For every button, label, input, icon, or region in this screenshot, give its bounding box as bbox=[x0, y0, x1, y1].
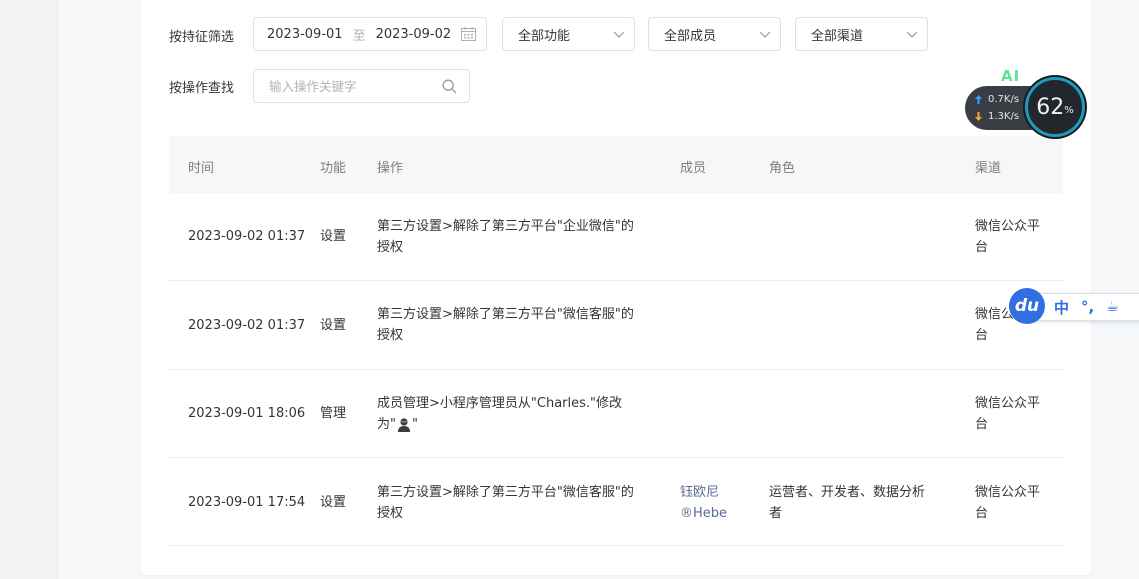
search-icon[interactable] bbox=[442, 79, 457, 94]
ai-badge[interactable]: AI bbox=[1001, 67, 1020, 85]
row-function: 设置 bbox=[320, 495, 347, 510]
operation-search[interactable] bbox=[253, 69, 470, 103]
member-link-line2[interactable]: ®Hebe bbox=[680, 503, 727, 524]
calendar-icon[interactable] bbox=[461, 27, 476, 41]
row-channel-line2: 台 bbox=[975, 417, 989, 432]
chevron-down-icon bbox=[613, 31, 625, 38]
header-time: 时间 bbox=[188, 161, 215, 176]
operation-search-input[interactable] bbox=[269, 78, 434, 94]
ime-punct-toggle[interactable]: °, bbox=[1081, 298, 1094, 316]
row-time: 2023-09-02 01:37 bbox=[188, 229, 306, 244]
ime-cup-icon[interactable]: ☕ bbox=[1106, 299, 1119, 315]
chevron-down-icon bbox=[906, 31, 918, 38]
header-role: 角色 bbox=[769, 161, 796, 176]
row-role-line2: 者 bbox=[769, 506, 783, 521]
row-operation-line2: 授权 bbox=[377, 240, 404, 255]
date-end[interactable]: 2023-09-02 bbox=[376, 27, 452, 42]
row-operation-line1: 第三方设置>解除了第三方平台"微信客服"的 bbox=[377, 307, 634, 322]
row-time: 2023-09-01 18:06 bbox=[188, 406, 306, 421]
download-arrow-icon bbox=[975, 112, 982, 121]
table-row: 2023-09-02 01:37 设置 第三方设置>解除了第三方平台"微信客服"… bbox=[169, 282, 1063, 370]
header-function: 功能 bbox=[320, 161, 347, 176]
function-select[interactable]: 全部功能 bbox=[502, 17, 635, 51]
avatar-emoji-icon bbox=[397, 417, 410, 432]
memory-gauge[interactable]: 62% bbox=[1025, 77, 1085, 137]
date-range-picker[interactable]: 2023-09-01 至 2023-09-02 bbox=[253, 17, 487, 51]
channel-select-value: 全部渠道 bbox=[811, 28, 864, 44]
row-operation-line2: 授权 bbox=[377, 328, 404, 343]
channel-select[interactable]: 全部渠道 bbox=[795, 17, 928, 51]
row-channel-line2: 台 bbox=[975, 328, 989, 343]
header-channel: 渠道 bbox=[975, 161, 1002, 176]
row-channel-line1: 微信公众平 bbox=[975, 219, 1041, 234]
table-row: 2023-09-01 17:54 设置 第三方设置>解除了第三方平台"微信客服"… bbox=[169, 458, 1063, 546]
row-operation-line2: 为" " bbox=[377, 414, 418, 435]
row-operation-suffix: " bbox=[411, 417, 418, 432]
table-row: 2023-09-02 01:37 设置 第三方设置>解除了第三方平台"企业微信"… bbox=[169, 193, 1063, 281]
filter-feature-label: 按持征筛选 bbox=[169, 30, 235, 45]
row-operation-line1: 第三方设置>解除了第三方平台"企业微信"的 bbox=[377, 219, 634, 234]
row-channel-line2: 台 bbox=[975, 240, 989, 255]
gauge-percent: 62 bbox=[1036, 94, 1065, 120]
header-operation: 操作 bbox=[377, 161, 404, 176]
left-rail bbox=[0, 0, 58, 579]
row-operation-prefix: 为" bbox=[377, 417, 396, 432]
function-select-value: 全部功能 bbox=[518, 28, 571, 44]
row-function: 设置 bbox=[320, 318, 347, 333]
row-time: 2023-09-02 01:37 bbox=[188, 318, 306, 333]
table-row: 2023-09-01 18:06 管理 成员管理>小程序管理员从"Charles… bbox=[169, 370, 1063, 458]
ime-mode-toggle[interactable]: 中 bbox=[1054, 297, 1069, 318]
row-channel-line1: 微信公众平 bbox=[975, 396, 1041, 411]
header-member: 成员 bbox=[680, 161, 707, 176]
chevron-down-icon bbox=[759, 31, 771, 38]
row-operation-line2: 授权 bbox=[377, 506, 404, 521]
ime-toolbar[interactable]: 中 °, ☕ du bbox=[1009, 288, 1139, 324]
date-separator: 至 bbox=[352, 28, 366, 44]
upload-arrow-icon bbox=[975, 95, 982, 104]
member-select[interactable]: 全部成员 bbox=[648, 17, 781, 51]
row-time: 2023-09-01 17:54 bbox=[188, 495, 306, 510]
row-function: 设置 bbox=[320, 229, 347, 244]
table-header: 时间 功能 操作 成员 角色 渠道 bbox=[169, 136, 1063, 193]
row-function: 管理 bbox=[320, 406, 347, 421]
member-select-value: 全部成员 bbox=[664, 28, 717, 44]
gauge-percent-unit: % bbox=[1064, 104, 1074, 116]
filter-op-label: 按操作查找 bbox=[169, 81, 235, 96]
upload-speed: 0.7K/s bbox=[988, 94, 1020, 105]
row-operation-line1: 第三方设置>解除了第三方平台"微信客服"的 bbox=[377, 485, 634, 500]
download-speed: 1.3K/s bbox=[988, 111, 1020, 122]
row-role-line1: 运营者、开发者、数据分析 bbox=[769, 485, 926, 500]
network-speed-widget[interactable]: AI 0.7K/s 1.3K/s 62% bbox=[963, 67, 1087, 137]
row-operation-line1: 成员管理>小程序管理员从"Charles."修改 bbox=[377, 396, 622, 411]
member-link-line1[interactable]: 钰欧尼 bbox=[680, 482, 719, 503]
row-channel-line1: 微信公众平 bbox=[975, 485, 1041, 500]
baidu-ime-logo-icon[interactable]: du bbox=[1009, 288, 1045, 324]
row-channel-line2: 台 bbox=[975, 506, 989, 521]
date-start[interactable]: 2023-09-01 bbox=[267, 27, 343, 42]
